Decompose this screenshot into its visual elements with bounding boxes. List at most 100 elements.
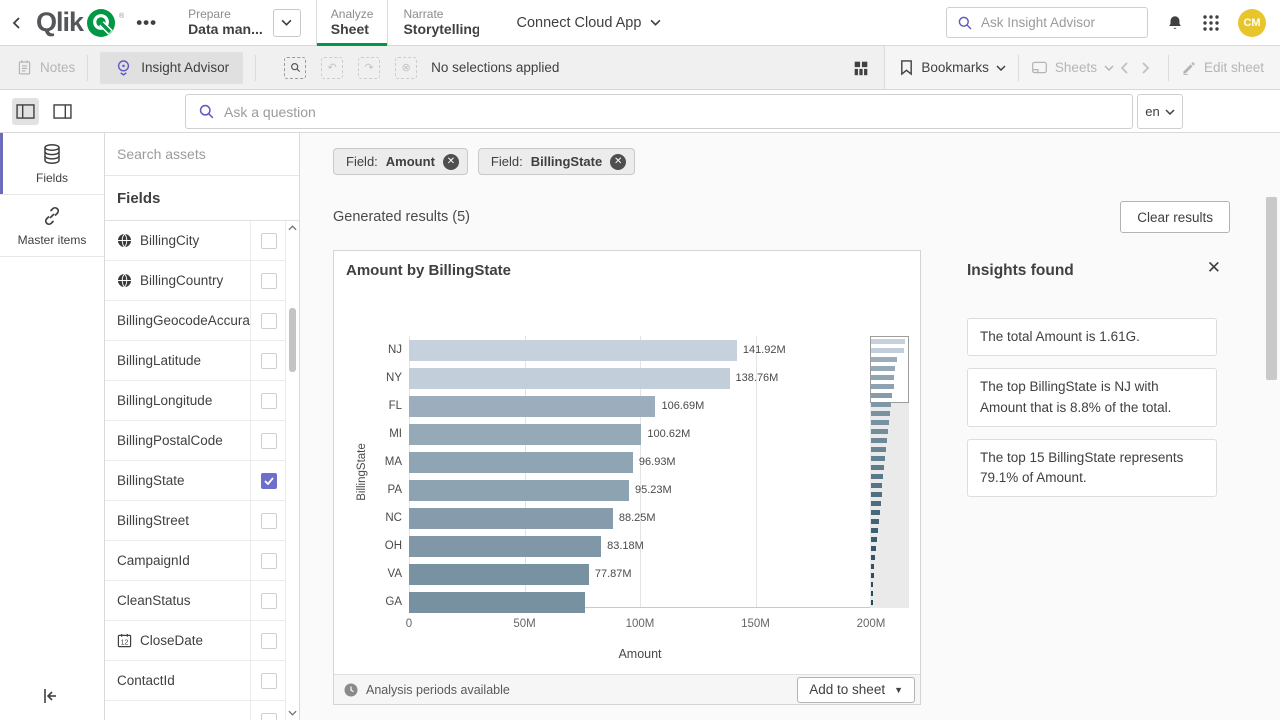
chart-bar[interactable] bbox=[409, 424, 641, 445]
notifications-bell-icon[interactable] bbox=[1166, 14, 1184, 32]
field-checkbox[interactable] bbox=[261, 233, 277, 249]
chart-x-axis-title: Amount bbox=[409, 647, 871, 661]
field-checkbox-cell bbox=[250, 461, 286, 500]
field-checkbox[interactable] bbox=[261, 393, 277, 409]
left-rail: Fields Master items bbox=[0, 133, 105, 720]
language-selector[interactable]: en bbox=[1137, 94, 1183, 129]
chart-bar[interactable] bbox=[409, 508, 613, 529]
notes-button[interactable]: Notes bbox=[16, 59, 75, 76]
ask-question-search[interactable] bbox=[185, 94, 1133, 129]
insight-card[interactable]: The total Amount is 1.61G. bbox=[967, 318, 1217, 356]
rail-item-fields[interactable]: Fields bbox=[0, 133, 104, 195]
chart-card[interactable]: Amount by BillingState BillingState NJNY… bbox=[333, 250, 921, 705]
scroll-down-icon[interactable] bbox=[288, 710, 297, 716]
field-checkbox[interactable] bbox=[261, 593, 277, 609]
user-avatar[interactable]: CM bbox=[1238, 9, 1266, 37]
field-row[interactable]: BillingState bbox=[105, 461, 299, 501]
scroll-up-icon[interactable] bbox=[288, 225, 297, 231]
field-checkbox[interactable] bbox=[261, 433, 277, 449]
collapse-panel-icon[interactable] bbox=[40, 686, 60, 706]
insights-layout-icon[interactable] bbox=[852, 59, 870, 77]
field-checkbox[interactable] bbox=[261, 713, 277, 720]
minimap-bar bbox=[871, 438, 887, 443]
minimap-bar bbox=[871, 483, 882, 488]
sheets-button[interactable]: Sheets bbox=[1031, 59, 1114, 76]
clear-results-button[interactable]: Clear results bbox=[1120, 201, 1230, 233]
field-checkbox[interactable] bbox=[261, 673, 277, 689]
insight-advisor-button[interactable]: Insight Advisor bbox=[100, 52, 243, 84]
bar-value-label: 138.76M bbox=[736, 368, 779, 389]
ask-question-input[interactable] bbox=[224, 104, 1120, 120]
chart-bar[interactable] bbox=[409, 396, 655, 417]
assets-search-input[interactable] bbox=[117, 146, 277, 162]
field-row[interactable]: BillingLongitude bbox=[105, 381, 299, 421]
chart-bar[interactable] bbox=[409, 340, 737, 361]
field-checkbox[interactable] bbox=[261, 633, 277, 649]
smart-search-icon[interactable] bbox=[284, 57, 306, 79]
field-chip[interactable]: Field: BillingState✕ bbox=[478, 148, 635, 175]
field-label: BillingLatitude bbox=[105, 353, 250, 368]
assets-search[interactable] bbox=[105, 133, 299, 176]
insight-card[interactable]: The top 15 BillingState represents 79.1%… bbox=[967, 439, 1217, 498]
redo-icon[interactable]: ↷ bbox=[358, 57, 380, 79]
left-panel-toggle-icon[interactable] bbox=[12, 98, 39, 125]
chevron-down-icon bbox=[996, 65, 1006, 71]
chip-remove-icon[interactable]: ✕ bbox=[610, 154, 626, 170]
previous-sheet-icon[interactable] bbox=[1120, 61, 1129, 75]
chart-bar[interactable] bbox=[409, 592, 585, 613]
field-row[interactable]: BillingGeocodeAccura... bbox=[105, 301, 299, 341]
chart-bar[interactable] bbox=[409, 368, 730, 389]
field-checkbox[interactable] bbox=[261, 513, 277, 529]
more-menu-icon[interactable]: ••• bbox=[136, 13, 157, 33]
insight-card[interactable]: The top BillingState is NJ with Amount t… bbox=[967, 368, 1217, 427]
field-row[interactable]: 12CloseDate bbox=[105, 621, 299, 661]
tab-narrate[interactable]: Narrate Storytelling bbox=[388, 0, 494, 46]
field-row[interactable]: CampaignId bbox=[105, 541, 299, 581]
field-row[interactable]: BillingCity bbox=[105, 221, 299, 261]
field-chip[interactable]: Field: Amount✕ bbox=[333, 148, 468, 175]
insight-advisor-search[interactable] bbox=[946, 7, 1148, 38]
chart-minimap[interactable] bbox=[870, 336, 909, 608]
add-to-sheet-button[interactable]: Add to sheet ▼ bbox=[797, 677, 915, 703]
rail-item-master-items[interactable]: Master items bbox=[0, 195, 104, 257]
back-icon[interactable] bbox=[0, 0, 34, 46]
clear-selections-icon[interactable]: ⊗ bbox=[395, 57, 417, 79]
field-row[interactable] bbox=[105, 701, 299, 720]
field-checkbox-cell bbox=[250, 661, 286, 700]
fields-scrollbar[interactable] bbox=[285, 221, 299, 720]
field-checkbox[interactable] bbox=[261, 353, 277, 369]
field-checkbox-cell bbox=[250, 221, 286, 260]
insight-advisor-search-input[interactable] bbox=[981, 15, 1121, 30]
next-sheet-icon[interactable] bbox=[1141, 61, 1150, 75]
app-selector[interactable]: Connect Cloud App bbox=[516, 15, 661, 31]
prepare-dropdown-button[interactable] bbox=[273, 9, 301, 37]
app-grid-icon[interactable] bbox=[1202, 14, 1220, 32]
field-row[interactable]: BillingPostalCode bbox=[105, 421, 299, 461]
field-checkbox[interactable] bbox=[261, 473, 277, 489]
chart-bar[interactable] bbox=[409, 564, 589, 585]
tab-prepare[interactable]: Prepare Data man... bbox=[173, 0, 316, 46]
close-icon[interactable]: ✕ bbox=[1207, 258, 1221, 278]
scrollbar-thumb[interactable] bbox=[289, 308, 296, 372]
chip-remove-icon[interactable]: ✕ bbox=[443, 154, 459, 170]
minimap-bar bbox=[871, 492, 882, 497]
chart-bar[interactable] bbox=[409, 480, 629, 501]
bookmarks-button[interactable]: Bookmarks bbox=[899, 59, 1006, 76]
y-axis-label: MA bbox=[334, 452, 402, 473]
field-row[interactable]: BillingCountry bbox=[105, 261, 299, 301]
field-row[interactable]: CleanStatus bbox=[105, 581, 299, 621]
undo-icon[interactable]: ↶ bbox=[321, 57, 343, 79]
chart-bar[interactable] bbox=[409, 536, 601, 557]
field-row[interactable]: BillingStreet bbox=[105, 501, 299, 541]
field-row[interactable]: ContactId bbox=[105, 661, 299, 701]
chart-bar[interactable] bbox=[409, 452, 633, 473]
main-scrollbar-thumb[interactable] bbox=[1266, 197, 1277, 380]
field-checkbox[interactable] bbox=[261, 273, 277, 289]
field-checkbox[interactable] bbox=[261, 313, 277, 329]
search-icon bbox=[957, 15, 973, 31]
right-panel-toggle-icon[interactable] bbox=[49, 98, 76, 125]
field-checkbox[interactable] bbox=[261, 553, 277, 569]
edit-sheet-button[interactable]: Edit sheet bbox=[1181, 60, 1264, 76]
field-row[interactable]: BillingLatitude bbox=[105, 341, 299, 381]
tab-analyze[interactable]: Analyze Sheet bbox=[316, 0, 389, 46]
